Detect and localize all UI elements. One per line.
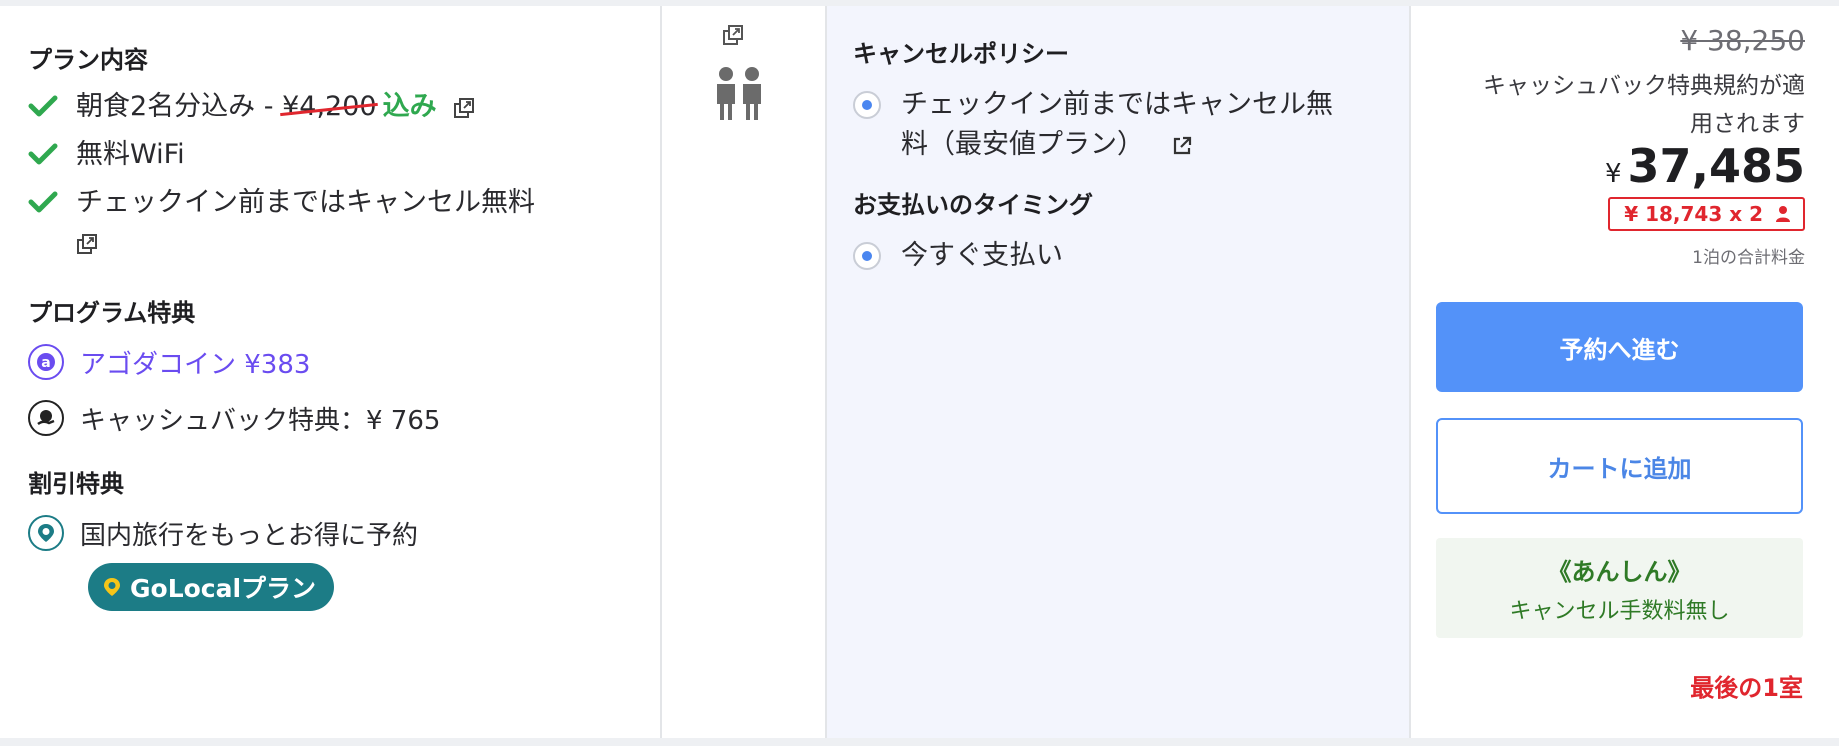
cashback-icon [28, 400, 64, 436]
price-note: 1泊の合計料金 [1692, 248, 1805, 268]
external-link-icon[interactable] [76, 233, 98, 255]
plan-heading: プラン内容 [28, 46, 148, 74]
payment-option[interactable]: 今すぐ支払い [853, 236, 1409, 276]
benefit-local: 国内旅行をもっとお得に予約 [28, 505, 660, 561]
golocal-badge: GoLocalプラン [88, 563, 335, 611]
local-text: 国内旅行をもっとお得に予約 [80, 520, 419, 551]
two-guests-icon [717, 67, 761, 120]
assurance-title: 《あんしん》 [1547, 557, 1692, 586]
cashback-note-line1: キャッシュバック特典規約が適 [1483, 73, 1805, 99]
add-to-cart-button[interactable]: カートに追加 [1436, 418, 1803, 514]
program-heading: プログラム特典 [28, 299, 196, 327]
breakfast-label: 朝食2名分込み - [76, 91, 283, 122]
location-pin-icon [28, 515, 64, 551]
feature-wifi: 無料WiFi [28, 133, 660, 177]
coin-text: アゴダコイン ¥383 [80, 349, 311, 380]
open-link-icon[interactable] [1171, 135, 1193, 157]
plan-details-column: プラン内容 朝食2名分込み - ¥4,200 込み 無料WiFi チェックイン前ま… [0, 6, 662, 738]
breakfast-included: 込み [382, 91, 437, 122]
per-person-badge: ¥ 18,743 x 2 [1608, 197, 1805, 231]
check-icon [28, 143, 58, 165]
proceed-to-book-button[interactable]: 予約へ進む [1436, 302, 1803, 392]
benefit-coin: a アゴダコイン ¥383 [28, 334, 660, 390]
breakfast-old-price: ¥4,200 [282, 91, 377, 122]
wifi-text: 無料WiFi [76, 139, 185, 170]
original-price: ¥ 38,250 [1680, 24, 1805, 57]
per-person-price: ¥ 18,743 x 2 [1624, 202, 1763, 226]
cancel-policy-option[interactable]: チェックイン前まではキャンセル無 料（最安値プラン） [853, 85, 1409, 165]
room-offer-card: プラン内容 朝食2名分込み - ¥4,200 込み 無料WiFi チェックイン前ま… [0, 6, 1839, 738]
person-icon [1776, 206, 1790, 222]
payment-heading: お支払いのタイミング [853, 191, 1093, 219]
cancel-policy-line2: 料（最安値プラン） [901, 129, 1144, 160]
check-icon [28, 95, 58, 117]
discount-heading: 割引特典 [28, 470, 124, 498]
cashback-text: キャッシュバック特典：¥ 765 [80, 405, 441, 436]
assurance-subtitle: キャンセル手数料無し [1509, 598, 1730, 624]
feature-breakfast: 朝食2名分込み - ¥4,200 込み [28, 85, 660, 129]
cancel-policy-heading: キャンセルポリシー [853, 40, 1069, 68]
payment-option-label: 今すぐ支払い [901, 240, 1063, 271]
total-amount: 37,485 [1627, 139, 1805, 193]
external-link-icon[interactable] [722, 24, 744, 46]
feature-cancel: チェックイン前まではキャンセル無料 [28, 181, 660, 225]
svg-text:a: a [41, 355, 50, 371]
policy-column: キャンセルポリシー チェックイン前まではキャンセル無 料（最安値プラン） お支払… [827, 6, 1411, 738]
last-room-notice: 最後の1室 [1690, 674, 1803, 702]
check-icon [28, 191, 58, 213]
currency-symbol: ¥ [1604, 159, 1622, 189]
cancel-policy-radio[interactable] [853, 91, 881, 119]
external-link-icon[interactable] [453, 97, 475, 119]
benefit-cashback: キャッシュバック特典：¥ 765 [28, 390, 660, 446]
total-price: ¥37,485 [1435, 139, 1805, 193]
coin-icon: a [28, 344, 64, 380]
cancel-text: チェックイン前まではキャンセル無料 [76, 187, 535, 218]
golocal-label: GoLocalプラン [130, 574, 317, 603]
assurance-box: 《あんしん》 キャンセル手数料無し [1436, 538, 1803, 638]
pin-icon [104, 578, 120, 596]
cashback-note-line2: 用されます [1690, 111, 1805, 137]
cancel-policy-line1: チェックイン前まではキャンセル無 [901, 89, 1333, 120]
occupancy-column [662, 6, 827, 738]
cashback-note: キャッシュバック特典規約が適 用されます [1435, 67, 1805, 143]
payment-radio[interactable] [853, 242, 881, 270]
breakfast-text: 朝食2名分込み - ¥4,200 込み [76, 85, 475, 129]
